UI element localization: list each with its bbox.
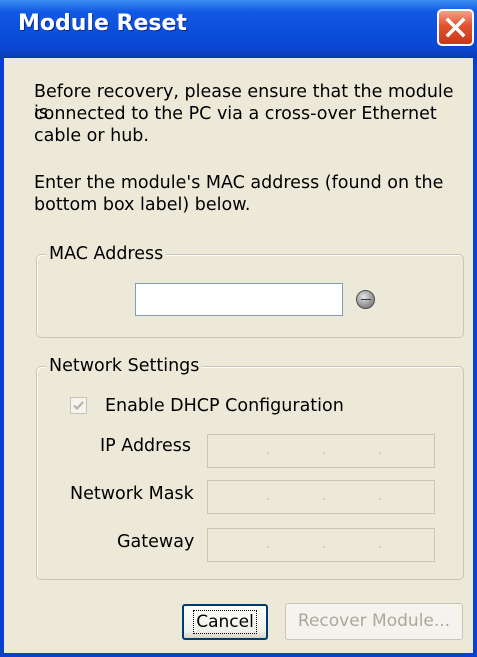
cancel-button-label: Cancel (193, 610, 257, 634)
title-bar[interactable]: Module Reset (0, 0, 477, 58)
window-title: Module Reset (18, 11, 187, 36)
instruction-line-5: bottom box label) below. (34, 195, 251, 215)
close-icon (445, 17, 466, 38)
status-led-bar (361, 299, 371, 300)
ip-address-dot-1: . (266, 443, 270, 457)
gateway-dot-3: . (378, 537, 382, 551)
instruction-line-3: cable or hub. (34, 126, 149, 146)
module-reset-dialog: Module Reset Before recovery, please ens… (0, 0, 477, 657)
ip-address-label: IP Address (100, 436, 191, 456)
network-mask-dot-1: . (266, 489, 270, 503)
instruction-line-4: Enter the module's MAC address (found on… (34, 173, 444, 193)
gateway-dot-1: . (266, 537, 270, 551)
dhcp-checkbox[interactable] (70, 397, 87, 414)
checkmark-icon (73, 401, 84, 411)
cancel-button[interactable]: Cancel (182, 604, 268, 640)
network-mask-dot-2: . (322, 489, 326, 503)
mac-address-input[interactable] (135, 283, 343, 316)
close-button[interactable] (437, 9, 474, 46)
recover-module-button-label: Recover Module... (297, 611, 451, 631)
network-mask-label: Network Mask (70, 484, 194, 504)
recover-module-button[interactable]: Recover Module... (285, 603, 463, 640)
network-mask-field[interactable]: . . . (207, 480, 435, 514)
ip-address-dot-2: . (322, 443, 326, 457)
gateway-dot-2: . (322, 537, 326, 551)
mac-address-group-label: MAC Address (46, 244, 167, 265)
network-mask-dot-3: . (378, 489, 382, 503)
dhcp-label[interactable]: Enable DHCP Configuration (105, 396, 344, 417)
instruction-line-2: connected to the PC via a cross-over Eth… (34, 104, 437, 124)
ip-address-field[interactable]: . . . (207, 434, 435, 468)
ip-address-dot-3: . (378, 443, 382, 457)
gateway-field[interactable]: . . . (207, 528, 435, 562)
network-settings-group-label: Network Settings (46, 356, 203, 377)
gateway-label: Gateway (117, 532, 195, 552)
